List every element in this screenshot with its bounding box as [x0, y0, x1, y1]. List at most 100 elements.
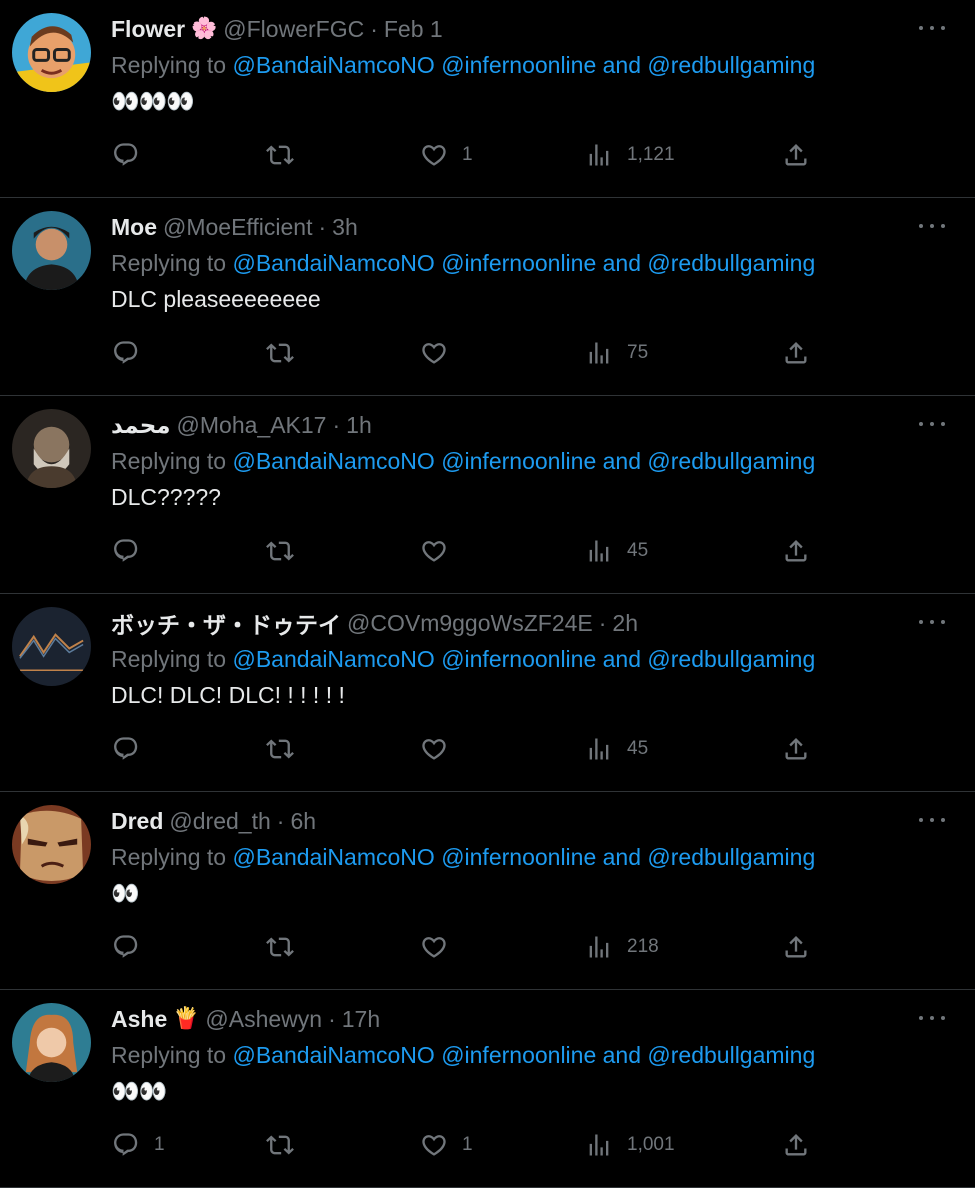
reply-button[interactable] — [112, 328, 154, 378]
handle[interactable]: @dred_th — [169, 808, 270, 835]
tweet-text: 👀 — [111, 880, 140, 907]
share-button[interactable] — [782, 1120, 810, 1170]
woman-photo-avatar[interactable] — [12, 1003, 91, 1082]
views-button[interactable]: 1,001 — [585, 1120, 675, 1170]
reply-tweet[interactable]: محمد @Moha_AK17 · 1h Replying to @Bandai… — [0, 396, 975, 594]
mention-link[interactable]: @infernoonline — [441, 1042, 596, 1068]
reply-tweet[interactable]: Ashe 🍟 @Ashewyn · 17h Replying to @Banda… — [0, 990, 975, 1188]
mention-link[interactable]: @redbullgaming — [647, 844, 815, 870]
tweet-text-content: DLC! DLC! DLC! ! ! ! ! ! — [111, 682, 345, 708]
timestamp[interactable]: 2h — [612, 610, 638, 637]
display-name[interactable]: Ashe — [111, 1006, 167, 1033]
mention-link[interactable]: @BandaiNamcoNO — [232, 448, 434, 474]
tweet-header: Flower 🌸 @FlowerFGC · Feb 1 — [111, 14, 443, 44]
anime-face-avatar[interactable] — [12, 805, 91, 884]
retweet-button[interactable] — [266, 922, 308, 972]
views-button[interactable]: 45 — [585, 526, 648, 576]
retweet-button[interactable] — [266, 130, 308, 180]
mention-link[interactable]: @redbullgaming — [647, 52, 815, 78]
handle[interactable]: @FlowerFGC — [223, 16, 364, 43]
retweet-button[interactable] — [266, 328, 308, 378]
like-button[interactable] — [420, 922, 462, 972]
handle[interactable]: @Moha_AK17 — [177, 412, 327, 439]
timestamp[interactable]: Feb 1 — [384, 16, 443, 43]
heart-icon — [420, 339, 448, 367]
display-name[interactable]: Flower — [111, 16, 185, 43]
more-options-icon[interactable] — [919, 1010, 945, 1026]
mention-link[interactable]: @infernoonline — [441, 448, 596, 474]
more-options-icon[interactable] — [919, 20, 945, 36]
mention-link[interactable]: @BandaiNamcoNO — [232, 52, 434, 78]
mention-link[interactable]: @infernoonline — [441, 844, 596, 870]
mention-link[interactable]: @redbullgaming — [647, 250, 815, 276]
handle[interactable]: @MoeEfficient — [163, 214, 313, 241]
chart-avatar[interactable] — [12, 607, 91, 686]
share-button[interactable] — [782, 526, 810, 576]
views-button[interactable]: 1,121 — [585, 130, 675, 180]
mention-link[interactable]: @BandaiNamcoNO — [232, 250, 434, 276]
display-name[interactable]: Moe — [111, 214, 157, 241]
mention-link[interactable]: @infernoonline — [441, 250, 596, 276]
reply-icon — [112, 141, 140, 169]
more-options-icon[interactable] — [919, 614, 945, 630]
reply-icon — [112, 339, 140, 367]
glasses-cartoon-avatar[interactable] — [12, 13, 91, 92]
tweet-text: 👀👀👀 — [111, 88, 195, 115]
like-button[interactable] — [420, 526, 462, 576]
retweet-button[interactable] — [266, 724, 308, 774]
handle[interactable]: @COVm9ggoWsZF24E — [347, 610, 593, 637]
replying-to-line: Replying to @BandaiNamcoNO @infernoonlin… — [111, 1042, 815, 1069]
mention-link[interactable]: @redbullgaming — [647, 448, 815, 474]
retweet-icon — [266, 339, 294, 367]
like-button[interactable] — [420, 724, 462, 774]
reply-button[interactable] — [112, 130, 154, 180]
timestamp[interactable]: 3h — [332, 214, 358, 241]
tweet-text: DLC! DLC! DLC! ! ! ! ! ! — [111, 682, 345, 709]
mention-link[interactable]: @infernoonline — [441, 52, 596, 78]
timestamp[interactable]: 6h — [290, 808, 316, 835]
reply-tweet[interactable]: ボッチ・ザ・ドゥテイ @COVm9ggoWsZF24E · 2h Replyin… — [0, 594, 975, 792]
replying-to-label: Replying to — [111, 1042, 227, 1068]
mention-and: and — [602, 250, 642, 276]
reply-button[interactable] — [112, 526, 154, 576]
share-button[interactable] — [782, 922, 810, 972]
bar-chart-icon — [585, 1131, 613, 1159]
like-button[interactable]: 1 — [420, 1120, 473, 1170]
display-name[interactable]: Dred — [111, 808, 163, 835]
retweet-button[interactable] — [266, 1120, 308, 1170]
like-button[interactable] — [420, 328, 462, 378]
reply-tweet[interactable]: Moe @MoeEfficient · 3h Replying to @Band… — [0, 198, 975, 396]
mention-link[interactable]: @BandaiNamcoNO — [232, 844, 434, 870]
mention-link[interactable]: @infernoonline — [441, 646, 596, 672]
action-bar: 45 — [0, 526, 975, 576]
action-bar: 45 — [0, 724, 975, 774]
mention-link[interactable]: @redbullgaming — [647, 1042, 815, 1068]
warrior-art-avatar[interactable] — [12, 409, 91, 488]
mention-link[interactable]: @BandaiNamcoNO — [232, 1042, 434, 1068]
views-button[interactable]: 75 — [585, 328, 648, 378]
views-button[interactable]: 45 — [585, 724, 648, 774]
reply-tweet[interactable]: Dred @dred_th · 6h Replying to @BandaiNa… — [0, 792, 975, 990]
share-button[interactable] — [782, 130, 810, 180]
share-button[interactable] — [782, 328, 810, 378]
retweet-button[interactable] — [266, 526, 308, 576]
display-name[interactable]: ボッチ・ザ・ドゥテイ — [111, 606, 341, 640]
person-photo-avatar[interactable] — [12, 211, 91, 290]
reply-tweet[interactable]: Flower 🌸 @FlowerFGC · Feb 1 Replying to … — [0, 0, 975, 198]
display-name[interactable]: محمد — [111, 412, 171, 439]
more-options-icon[interactable] — [919, 416, 945, 432]
mention-link[interactable]: @BandaiNamcoNO — [232, 646, 434, 672]
more-options-icon[interactable] — [919, 218, 945, 234]
timestamp[interactable]: 17h — [342, 1006, 380, 1033]
handle[interactable]: @Ashewyn — [205, 1006, 322, 1033]
like-count: 1 — [462, 144, 473, 165]
reply-button[interactable]: 1 — [112, 1120, 165, 1170]
timestamp[interactable]: 1h — [346, 412, 372, 439]
mention-link[interactable]: @redbullgaming — [647, 646, 815, 672]
reply-button[interactable] — [112, 724, 154, 774]
share-button[interactable] — [782, 724, 810, 774]
reply-button[interactable] — [112, 922, 154, 972]
more-options-icon[interactable] — [919, 812, 945, 828]
views-button[interactable]: 218 — [585, 922, 659, 972]
like-button[interactable]: 1 — [420, 130, 473, 180]
